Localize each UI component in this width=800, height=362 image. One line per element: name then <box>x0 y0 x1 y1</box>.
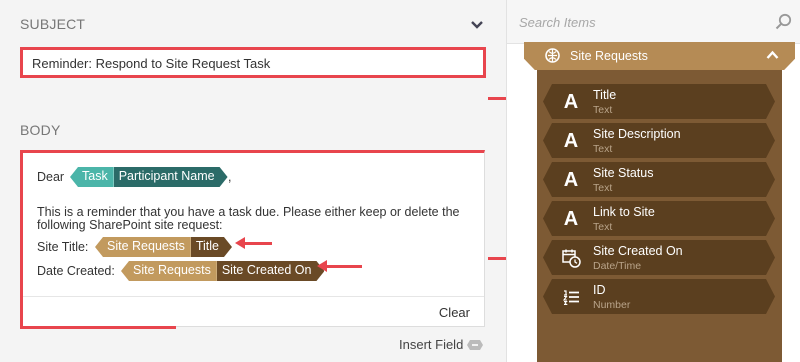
insert-field-icon <box>467 339 484 350</box>
field-name: Link to Site <box>593 205 655 219</box>
greeting-comma: , <box>228 170 232 184</box>
chevron-down-icon[interactable] <box>470 18 484 32</box>
text-icon: A <box>563 169 579 191</box>
subject-input[interactable]: Reminder: Respond to Site Request Task <box>20 47 486 78</box>
token-source: Site Requests <box>95 237 191 257</box>
chevron-up-icon[interactable] <box>766 50 779 60</box>
site-requests-field-list: A Title Text A Site Description Text A S… <box>537 70 782 362</box>
field-name: Site Status <box>593 166 654 180</box>
text-icon: A <box>563 208 579 230</box>
editor-divider <box>23 296 484 297</box>
token-source: Site Requests <box>121 261 217 281</box>
annotation-arrow <box>235 237 272 249</box>
field-item-link-to-site[interactable]: A Link to Site Text <box>543 201 775 236</box>
numbered-list-icon <box>560 286 582 308</box>
date-created-token[interactable]: Site Requests Site Created On <box>121 261 324 281</box>
field-name: Site Created On <box>593 244 683 258</box>
field-type: Number <box>593 299 631 311</box>
clear-button[interactable]: Clear <box>439 305 470 320</box>
site-title-token[interactable]: Site Requests Title <box>95 237 232 257</box>
search-icon[interactable] <box>775 13 792 30</box>
field-name: Title <box>593 88 617 102</box>
site-requests-group-header[interactable]: Site Requests <box>524 42 795 70</box>
body-label: BODY <box>20 122 61 138</box>
field-type: Text <box>593 104 613 116</box>
group-title: Site Requests <box>570 49 648 63</box>
field-item-title[interactable]: A Title Text <box>543 84 775 119</box>
field-item-site-created-on[interactable]: Site Created On Date/Time <box>543 240 775 275</box>
field-item-id[interactable]: ID Number <box>543 279 775 314</box>
annotation-arrow <box>317 260 362 272</box>
token-source: Task <box>70 167 114 187</box>
field-type: Text <box>593 143 613 155</box>
field-name: Site Description <box>593 127 681 141</box>
field-type: Text <box>593 182 613 194</box>
insert-items-panel: Search Items Site Requests A Title Text … <box>506 0 800 362</box>
insert-field-label: Insert Field <box>399 337 464 352</box>
insert-field-button[interactable]: Insert Field <box>399 337 484 352</box>
text-icon: A <box>563 91 579 113</box>
reminder-paragraph: This is a reminder that you have a task … <box>37 205 460 232</box>
greeting-text: Dear <box>37 170 65 184</box>
subject-label: SUBJECT <box>20 16 86 32</box>
field-type: Date/Time <box>593 260 642 272</box>
calendar-clock-icon <box>560 247 582 269</box>
field-item-site-status[interactable]: A Site Status Text <box>543 162 775 197</box>
body-editor[interactable]: Dear Task Participant Name , This is a r… <box>20 150 485 329</box>
token-field: Site Created On <box>217 261 325 281</box>
message-editor-panel: SUBJECT Reminder: Respond to Site Reques… <box>0 0 539 362</box>
search-bar[interactable]: Search Items <box>507 0 800 44</box>
list-globe-icon <box>545 48 560 63</box>
token-field: Participant Name <box>114 167 228 187</box>
date-created-label: Date Created: <box>37 264 115 278</box>
participant-name-token[interactable]: Task Participant Name <box>70 167 228 187</box>
field-item-site-description[interactable]: A Site Description Text <box>543 123 775 158</box>
annotation-highlight <box>20 326 176 329</box>
field-type: Text <box>593 221 613 233</box>
text-icon: A <box>563 130 579 152</box>
token-field: Title <box>191 237 232 257</box>
search-placeholder[interactable]: Search Items <box>519 15 596 30</box>
site-title-label: Site Title: <box>37 240 89 254</box>
field-name: ID <box>593 283 606 297</box>
